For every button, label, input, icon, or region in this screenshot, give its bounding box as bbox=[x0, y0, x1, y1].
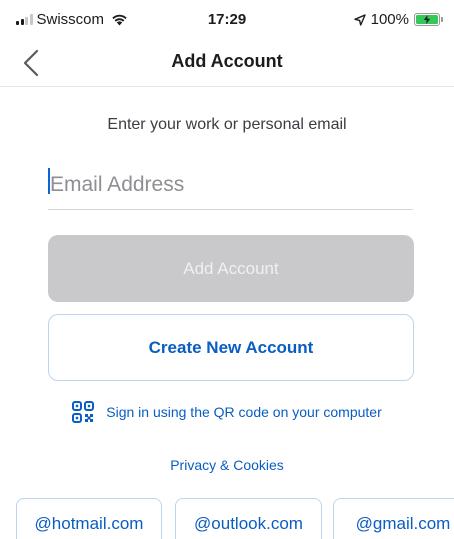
battery-percentage: 100% bbox=[370, 11, 409, 28]
back-button[interactable] bbox=[18, 48, 46, 78]
qr-sign-in-link[interactable]: Sign in using the QR code on your comput… bbox=[0, 401, 454, 423]
domain-chip-gmail[interactable]: @gmail.com bbox=[333, 498, 454, 539]
qr-code-icon bbox=[72, 401, 95, 423]
domain-chip-outlook[interactable]: @outlook.com bbox=[175, 498, 322, 539]
email-input[interactable] bbox=[48, 160, 413, 210]
nav-bar: Add Account bbox=[0, 40, 454, 87]
domain-chip-hotmail[interactable]: @hotmail.com bbox=[16, 498, 162, 539]
status-bar: Swisscom 17:29 100% bbox=[0, 0, 454, 40]
text-caret bbox=[48, 168, 50, 194]
battery-fill bbox=[416, 15, 438, 24]
page-title: Add Account bbox=[171, 51, 283, 71]
status-right: 100% bbox=[353, 11, 443, 28]
battery-charging-icon bbox=[414, 13, 443, 26]
create-new-account-button[interactable]: Create New Account bbox=[48, 314, 414, 381]
qr-sign-in-label: Sign in using the QR code on your comput… bbox=[106, 404, 382, 420]
add-account-screen: Swisscom 17:29 100% Add Account Enter yo… bbox=[0, 0, 454, 539]
chevron-left-icon bbox=[23, 49, 39, 77]
charging-bolt-icon bbox=[423, 15, 431, 24]
email-prompt: Enter your work or personal email bbox=[107, 116, 347, 133]
add-account-button[interactable]: Add Account bbox=[48, 235, 414, 302]
privacy-cookies-link[interactable]: Privacy & Cookies bbox=[0, 457, 454, 473]
location-arrow-icon bbox=[353, 13, 366, 26]
